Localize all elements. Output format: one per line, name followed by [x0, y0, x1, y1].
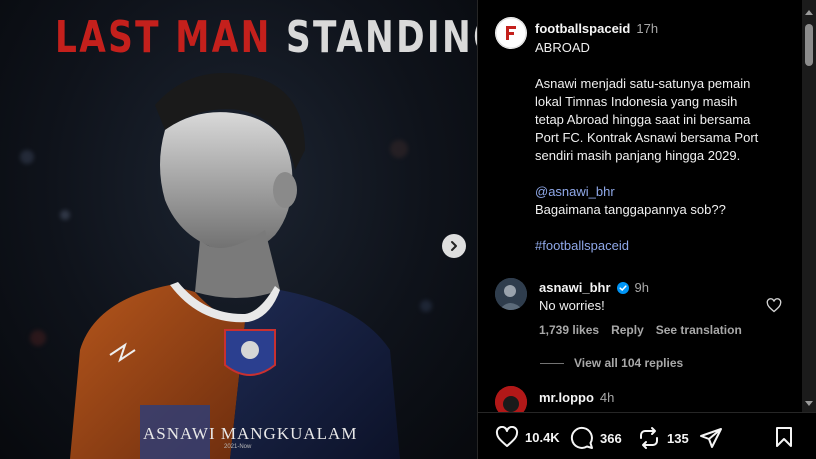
like-count: 10.4K: [525, 429, 560, 445]
caption-line: [535, 57, 785, 75]
author-username[interactable]: footballspaceid: [535, 21, 630, 36]
bokeh-light: [20, 150, 34, 164]
caption-line: ABROAD: [535, 40, 590, 55]
share-button[interactable]: [699, 426, 723, 450]
commenter-username[interactable]: mr.loppo: [539, 390, 594, 405]
save-button[interactable]: [774, 426, 794, 448]
comment-button[interactable]: 366: [570, 426, 622, 450]
hashtag-link[interactable]: #footballspaceid: [535, 237, 785, 255]
mention-link[interactable]: @asnawi_bhr: [535, 183, 785, 201]
player-illustration: [70, 73, 400, 459]
avatar-photo: [495, 278, 527, 310]
avatar-photo: [495, 386, 527, 412]
comment-time: 4h: [599, 390, 615, 405]
comment-like-button[interactable]: [766, 298, 782, 313]
see-translation-button[interactable]: See translation: [656, 323, 742, 337]
view-replies-button[interactable]: View all 104 replies: [540, 356, 683, 370]
post-caption: ABROAD Asnawi menjadi satu-satunya pemai…: [535, 39, 785, 255]
caption-line: [535, 165, 785, 183]
caption-line: Bagaimana tanggapannya sob??: [535, 202, 726, 217]
comments-scroll-area[interactable]: footballspaceid 17h ABROAD Asnawi menjad…: [478, 0, 803, 412]
scroll-down-arrow-icon[interactable]: [805, 401, 813, 406]
comment-count: 366: [600, 430, 622, 446]
post-media[interactable]: LAST MAN STANDING: [0, 0, 477, 459]
post-time: 17h: [636, 21, 659, 36]
poster-title-word2: STANDING: [285, 12, 477, 63]
heart-outline-icon: [495, 426, 519, 447]
caption-line: tetap Abroad hingga saat ini bersama: [535, 112, 751, 127]
bokeh-light: [30, 330, 46, 346]
verified-badge-icon: [616, 281, 629, 294]
view-replies-label: View all 104 replies: [574, 356, 684, 370]
paper-plane-icon: [700, 428, 722, 448]
comment-time: 9h: [634, 280, 649, 295]
footballspace-logo-icon: [495, 17, 527, 49]
commenter-avatar[interactable]: [495, 386, 527, 412]
scroll-up-arrow-icon[interactable]: [805, 10, 813, 15]
comments-scrollbar[interactable]: [802, 0, 816, 412]
caption-line: Port FC. Kontrak Asnawi bersama Port: [535, 130, 759, 145]
replies-divider: [540, 362, 564, 364]
poster-title-word1: LAST MAN: [55, 12, 272, 63]
caption-line: Asnawi menjadi satu-satunya pemain: [535, 76, 751, 91]
commenter-avatar[interactable]: [495, 278, 527, 310]
bokeh-light: [60, 210, 70, 220]
poster-years: 2021-Now: [224, 444, 252, 450]
repost-button[interactable]: 135: [637, 426, 689, 450]
next-image-button[interactable]: [442, 234, 466, 258]
caption-line: [535, 219, 785, 237]
repost-icon: [640, 427, 658, 449]
bookmark-icon: [776, 427, 792, 447]
post-action-bar: 10.4K 366 135: [478, 412, 816, 459]
repost-count: 135: [667, 430, 689, 446]
author-avatar[interactable]: [495, 17, 527, 49]
caption-line: sendiri masih panjang hingga 2029.: [535, 148, 741, 163]
comment-likes[interactable]: 1,739 likes: [539, 323, 599, 337]
scroll-thumb[interactable]: [805, 24, 813, 66]
poster-player-name: ASNAWI MANGKUALAM: [143, 424, 358, 443]
comment-text: No worries!: [539, 298, 605, 313]
reply-button[interactable]: Reply: [611, 323, 644, 337]
like-button[interactable]: 10.4K: [495, 426, 560, 448]
speech-bubble-icon: [570, 426, 593, 449]
caption-line: lokal Timnas Indonesia yang masih: [535, 94, 738, 109]
heart-outline-icon: [766, 298, 782, 313]
comments-panel: footballspaceid 17h ABROAD Asnawi menjad…: [477, 0, 816, 459]
chevron-right-icon: [451, 241, 457, 251]
poster-title: LAST MAN STANDING: [55, 10, 477, 66]
commenter-username[interactable]: asnawi_bhr: [539, 280, 611, 295]
